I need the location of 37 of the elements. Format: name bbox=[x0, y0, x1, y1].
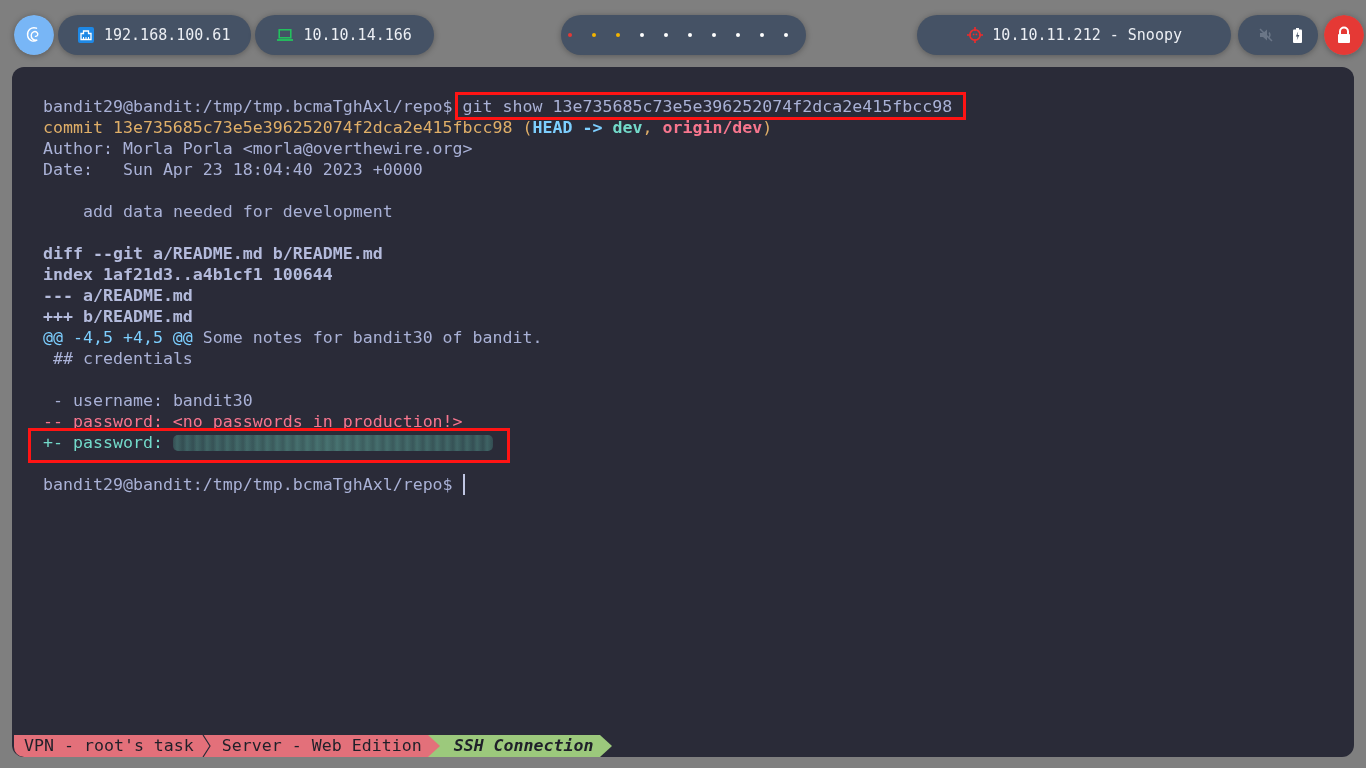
workspace-dot-icon[interactable] bbox=[591, 33, 596, 37]
output-text: add data needed for development bbox=[83, 201, 393, 222]
terminal-tab[interactable]: VPN - root's task bbox=[14, 735, 200, 757]
workspace-dot-icon[interactable] bbox=[687, 33, 692, 37]
output-text: diff --git a/README.md b/README.md bbox=[43, 243, 383, 264]
output-text: Date: Sun Apr 23 18:04:40 2023 +0000 bbox=[43, 159, 423, 180]
arrow-tip-icon bbox=[599, 735, 612, 757]
output-text: --- a/README.md bbox=[43, 285, 193, 306]
output-text: @@ -4,5 +4,5 @@ Some notes for bandit30 of bandit. bbox=[43, 327, 543, 348]
output-text: ## credentials bbox=[53, 348, 193, 369]
output-text: -- password: <no passwords in production!> bbox=[43, 411, 463, 432]
workspace-dot-icon[interactable] bbox=[735, 33, 740, 37]
output-text: - username: bandit30 bbox=[53, 390, 253, 411]
local-ip-address: 192.168.100.61 bbox=[104, 26, 231, 44]
workspace-dot-icon[interactable] bbox=[567, 33, 572, 37]
workspace-dot-icon[interactable] bbox=[615, 33, 620, 37]
workspace-dot-icon[interactable] bbox=[711, 33, 716, 37]
battery-icon bbox=[1293, 27, 1302, 43]
output-text: index 1af21d3..a4b1cf1 100644 bbox=[43, 264, 333, 285]
network-port-icon bbox=[78, 27, 94, 43]
output-text: +- password: bbox=[43, 432, 163, 453]
output-text: commit 13e735685c73e5e396252074f2dca2e415fbcc98 (HEAD -> dev, origin/dev) bbox=[43, 117, 773, 138]
lock-icon[interactable] bbox=[1324, 15, 1364, 55]
laptop-icon bbox=[277, 29, 294, 41]
workspace-dot-icon[interactable] bbox=[759, 33, 764, 37]
shell-prompt: bandit29@bandit:/tmp/tmp.bcmaTghAxl/repo$ bbox=[43, 474, 453, 495]
output-text: +++ b/README.md bbox=[43, 306, 193, 327]
workspace-dot-icon[interactable] bbox=[639, 33, 644, 37]
workspace-dot-icon[interactable] bbox=[783, 33, 788, 37]
target-address: 10.10.11.212 - Snoopy bbox=[992, 26, 1182, 44]
swirl-icon[interactable] bbox=[14, 15, 54, 55]
output-text: Author: Morla Porla <morla@overthewire.org> bbox=[43, 138, 473, 159]
workspace-dot-icon[interactable] bbox=[663, 33, 668, 37]
command-text: git show 13e735685c73e5e396252074f2dca2e415fbcc98 bbox=[462, 96, 953, 117]
shell-prompt: bandit29@bandit:/tmp/tmp.bcmaTghAxl/repo$ bbox=[43, 96, 453, 117]
crosshair-icon bbox=[967, 27, 984, 43]
vpn-ip-address: 10.10.14.166 bbox=[303, 26, 412, 44]
